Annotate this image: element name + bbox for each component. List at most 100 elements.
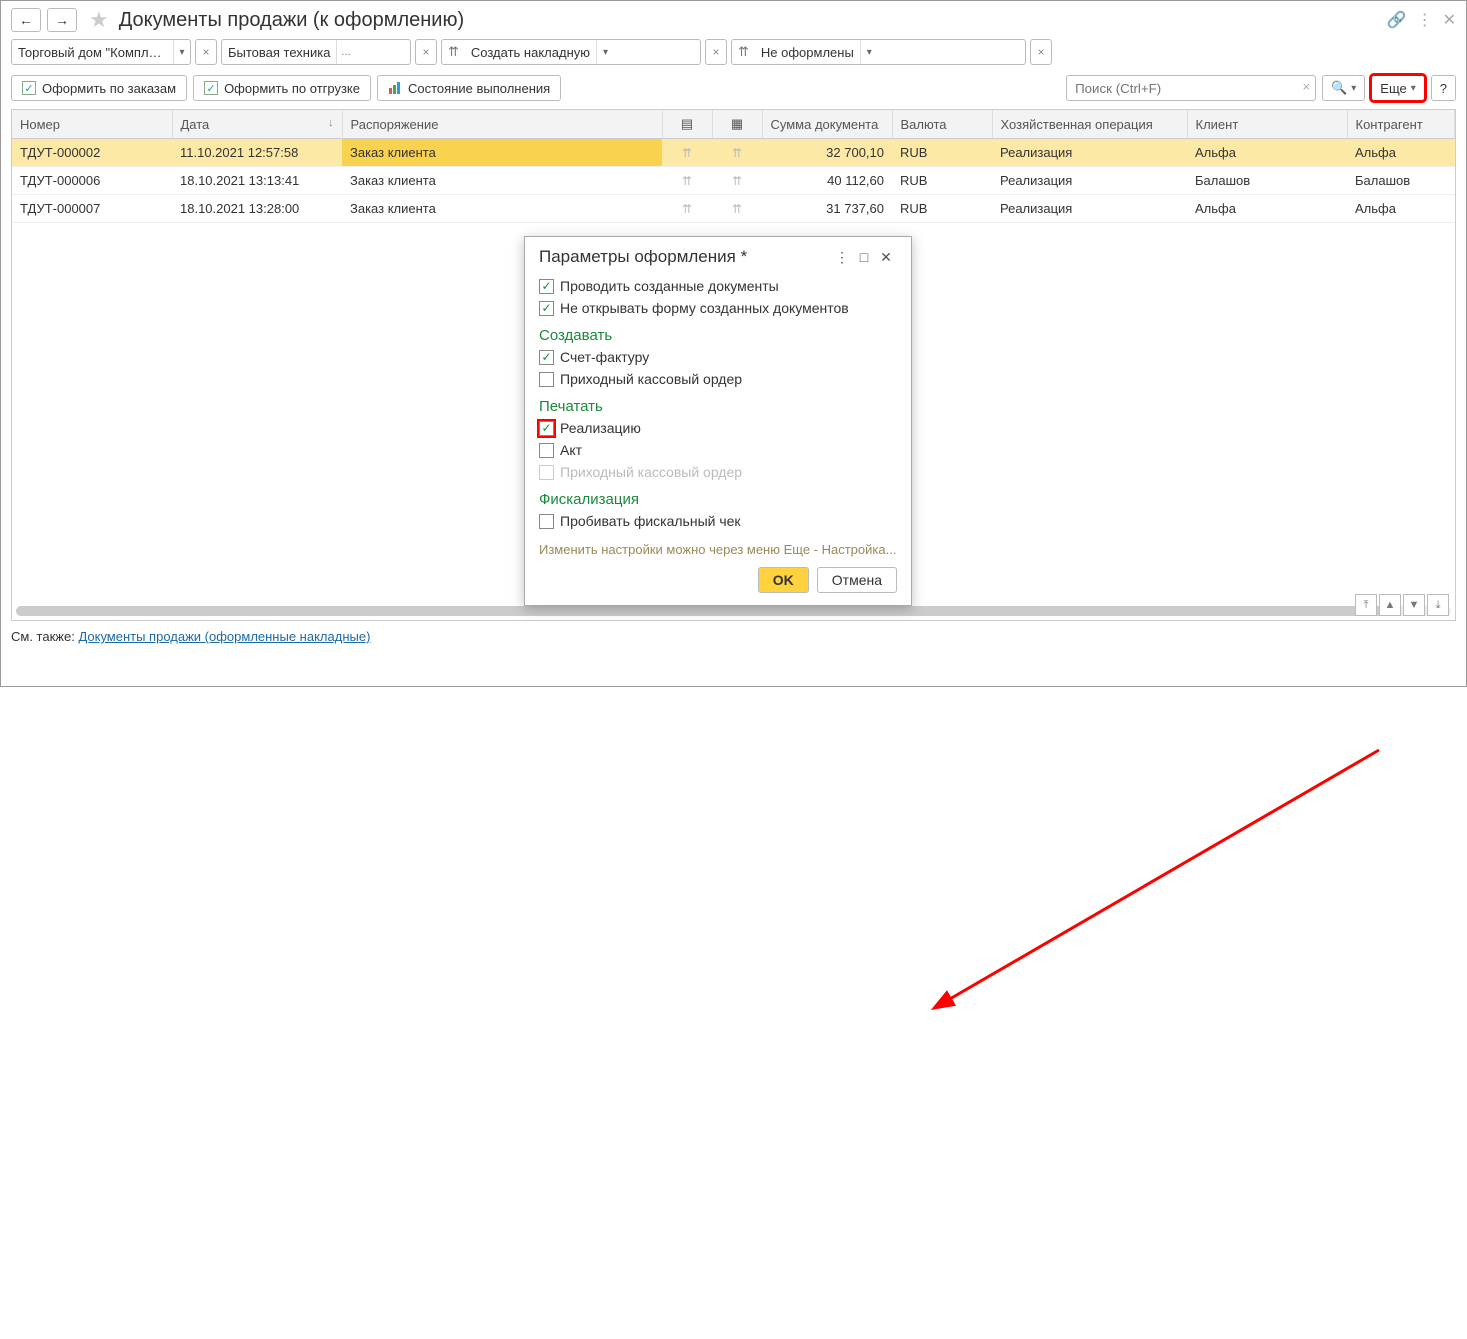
chevron-down-icon: ▾ bbox=[1351, 83, 1356, 94]
check-icon: ✓ bbox=[204, 81, 218, 95]
more-label: Еще bbox=[1380, 81, 1406, 96]
table-row[interactable]: ТДУТ-000002 11.10.2021 12:57:58 Заказ кл… bbox=[12, 139, 1455, 167]
dialog-close-icon[interactable]: ✕ bbox=[875, 249, 897, 266]
col-date[interactable]: Дата ↓ bbox=[172, 110, 342, 139]
chevron-down-icon[interactable]: ▾ bbox=[596, 40, 614, 64]
label-fiscal-receipt: Пробивать фискальный чек bbox=[560, 513, 741, 529]
dialog-maximize-icon[interactable]: □ bbox=[853, 249, 875, 265]
cell-client: Балашов bbox=[1187, 167, 1347, 195]
col-operation[interactable]: Хозяйственная операция bbox=[992, 110, 1187, 139]
col-date-label: Дата bbox=[181, 117, 210, 132]
col-client[interactable]: Клиент bbox=[1187, 110, 1347, 139]
footer-prefix: См. также: bbox=[11, 629, 78, 644]
col-order[interactable]: Распоряжение bbox=[342, 110, 662, 139]
filter-warehouse-text: Бытовая техника bbox=[222, 45, 336, 60]
cancel-button[interactable]: Отмена bbox=[817, 567, 897, 593]
cell-currency: RUB bbox=[892, 139, 992, 167]
scroll-up-button[interactable]: ▲ bbox=[1379, 594, 1401, 616]
cell-operation: Реализация bbox=[992, 167, 1187, 195]
filter-status[interactable]: ⇈ Не оформлены ▾ bbox=[731, 39, 1026, 65]
cell-sum: 40 112,60 bbox=[762, 167, 892, 195]
cell-counterparty: Балашов bbox=[1347, 167, 1455, 195]
checkbox-no-open-form[interactable]: ✓ bbox=[539, 301, 554, 316]
nav-back-button[interactable]: ← bbox=[11, 8, 41, 32]
sort-indicator-icon: ↓ bbox=[328, 117, 334, 129]
search-input[interactable] bbox=[1066, 75, 1316, 101]
annotation-arrow bbox=[1, 652, 1467, 1339]
process-by-shipment-button[interactable]: ✓ Оформить по отгрузке bbox=[193, 75, 371, 101]
cell-sum: 31 737,60 bbox=[762, 195, 892, 223]
cell-icon2: ⇈ bbox=[712, 167, 762, 195]
cell-client: Альфа bbox=[1187, 195, 1347, 223]
checkbox-print-act[interactable] bbox=[539, 443, 554, 458]
nav-forward-button[interactable]: → bbox=[47, 8, 77, 32]
execution-status-button[interactable]: Состояние выполнения bbox=[377, 75, 561, 101]
filter-status-text: Не оформлены bbox=[755, 45, 860, 60]
favorite-star-icon[interactable]: ★ bbox=[89, 7, 109, 33]
bar-chart-icon bbox=[388, 81, 402, 95]
parameters-dialog: Параметры оформления * ⋮ □ ✕ ✓ Проводить… bbox=[524, 236, 912, 606]
col-counterparty[interactable]: Контрагент bbox=[1347, 110, 1455, 139]
col-currency[interactable]: Валюта bbox=[892, 110, 992, 139]
scroll-top-button[interactable]: ⤒ bbox=[1355, 594, 1377, 616]
kebab-menu-icon[interactable]: ⋮ bbox=[1417, 10, 1433, 30]
cell-icon2: ⇈ bbox=[712, 195, 762, 223]
process-by-orders-button[interactable]: ✓ Оформить по заказам bbox=[11, 75, 187, 101]
cell-icon2: ⇈ bbox=[712, 139, 762, 167]
clear-search-icon[interactable]: × bbox=[1302, 79, 1310, 94]
col-number[interactable]: Номер bbox=[12, 110, 172, 139]
cell-number: ТДУТ-000006 bbox=[12, 167, 172, 195]
ok-button[interactable]: OK bbox=[758, 567, 809, 593]
horizontal-scrollbar[interactable] bbox=[16, 606, 1451, 616]
section-fiscal: Фискализация bbox=[539, 491, 897, 508]
scroll-down-button[interactable]: ▼ bbox=[1403, 594, 1425, 616]
label-post-documents: Проводить созданные документы bbox=[560, 278, 779, 294]
cell-date: 18.10.2021 13:13:41 bbox=[172, 167, 342, 195]
label-invoice: Счет-фактуру bbox=[560, 349, 649, 365]
close-window-icon[interactable]: ✕ bbox=[1443, 10, 1456, 30]
search-menu-button[interactable]: 🔍 ▾ bbox=[1322, 75, 1365, 101]
chevron-down-icon: ▾ bbox=[1411, 83, 1416, 94]
col-doc-icon[interactable]: ▤ bbox=[662, 110, 712, 139]
filter-create-text: Создать накладную bbox=[465, 45, 596, 60]
ellipsis-icon[interactable]: … bbox=[336, 40, 354, 64]
table-row[interactable]: ТДУТ-000006 18.10.2021 13:13:41 Заказ кл… bbox=[12, 167, 1455, 195]
label-print-realization: Реализацию bbox=[560, 420, 641, 436]
checkbox-invoice[interactable]: ✓ bbox=[539, 350, 554, 365]
filter-warehouse[interactable]: Бытовая техника … bbox=[221, 39, 411, 65]
clear-organization-button[interactable]: × bbox=[195, 39, 217, 65]
cell-icon1: ⇈ bbox=[662, 167, 712, 195]
chevron-down-icon[interactable]: ▾ bbox=[860, 40, 878, 64]
dialog-title: Параметры оформления * bbox=[539, 247, 831, 267]
filter-organization-text: Торговый дом "Комплексн bbox=[12, 45, 173, 60]
up-arrows-icon: ⇈ bbox=[442, 44, 465, 60]
link-icon[interactable]: 🔗 bbox=[1387, 10, 1407, 30]
up-arrows-icon: ⇈ bbox=[732, 44, 755, 60]
table-row[interactable]: ТДУТ-000007 18.10.2021 13:28:00 Заказ кл… bbox=[12, 195, 1455, 223]
dialog-menu-icon[interactable]: ⋮ bbox=[831, 249, 853, 266]
cell-date: 11.10.2021 12:57:58 bbox=[172, 139, 342, 167]
scroll-bottom-button[interactable]: ⤓ bbox=[1427, 594, 1449, 616]
chevron-down-icon[interactable]: ▾ bbox=[173, 40, 190, 64]
clear-create-button[interactable]: × bbox=[705, 39, 727, 65]
cell-client: Альфа bbox=[1187, 139, 1347, 167]
label-no-open-form: Не открывать форму созданных документов bbox=[560, 300, 849, 316]
clear-status-button[interactable]: × bbox=[1030, 39, 1052, 65]
cell-counterparty: Альфа bbox=[1347, 195, 1455, 223]
col-sum[interactable]: Сумма документа bbox=[762, 110, 892, 139]
filter-organization[interactable]: Торговый дом "Комплексн ▾ bbox=[11, 39, 191, 65]
col-print-icon[interactable]: ▦ bbox=[712, 110, 762, 139]
help-button[interactable]: ? bbox=[1431, 75, 1456, 101]
scrollbar-thumb[interactable] bbox=[16, 606, 1394, 616]
clear-warehouse-button[interactable]: × bbox=[415, 39, 437, 65]
filter-create-invoice[interactable]: ⇈ Создать накладную ▾ bbox=[441, 39, 701, 65]
checkbox-cash-order[interactable] bbox=[539, 372, 554, 387]
footer-link[interactable]: Документы продажи (оформленные накладные… bbox=[78, 629, 370, 644]
label-print-act: Акт bbox=[560, 442, 582, 458]
hint-text: Изменить настройки можно через меню Еще … bbox=[539, 542, 897, 557]
cell-order: Заказ клиента bbox=[342, 195, 662, 223]
more-button[interactable]: Еще ▾ bbox=[1371, 75, 1424, 101]
checkbox-print-realization[interactable]: ✓ bbox=[539, 421, 554, 436]
checkbox-post-documents[interactable]: ✓ bbox=[539, 279, 554, 294]
checkbox-fiscal-receipt[interactable] bbox=[539, 514, 554, 529]
